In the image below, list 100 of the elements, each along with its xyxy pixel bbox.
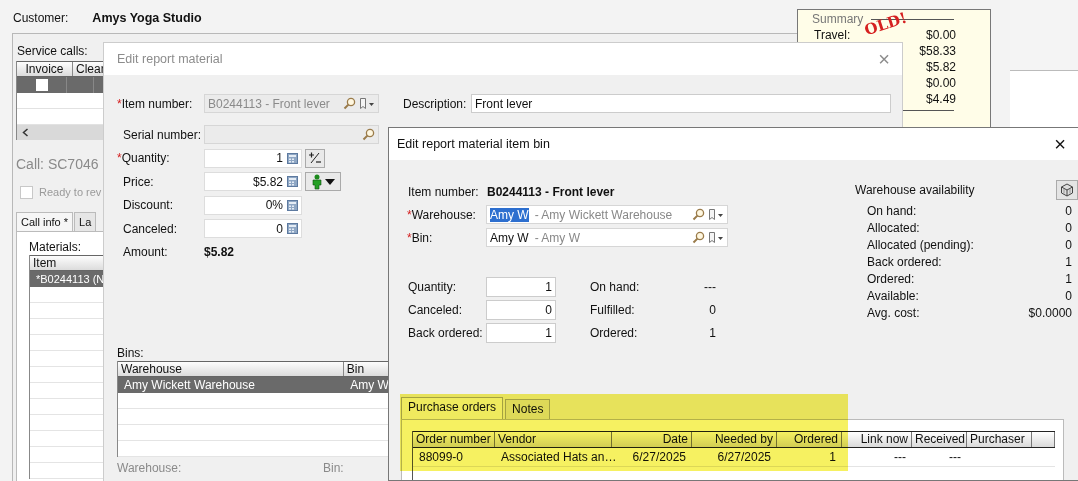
person-icon xyxy=(311,173,322,190)
field-label: Serial number: xyxy=(122,127,202,142)
plus-minus-icon xyxy=(308,151,322,165)
stat-value: 0 xyxy=(1065,203,1072,218)
number-field[interactable]: 1 xyxy=(486,277,556,297)
tab[interactable]: Purchase orders xyxy=(401,397,504,419)
checkbox-label: Ready to rev xyxy=(39,186,102,198)
number-field[interactable]: $5.82 xyxy=(204,172,302,191)
tab[interactable]: La xyxy=(74,212,97,231)
stat-value: 0 xyxy=(1065,237,1072,252)
box-icon xyxy=(1060,183,1074,197)
field-label: Canceled: xyxy=(407,303,464,317)
tab[interactable]: Notes xyxy=(505,399,551,419)
scrollbar[interactable] xyxy=(17,125,104,140)
field-label: Discount: xyxy=(122,198,174,212)
stamp-text: OLD! xyxy=(862,8,909,40)
column-header[interactable]: Needed by xyxy=(692,432,777,447)
field-label: Fulfilled: xyxy=(589,303,636,317)
field-label: On hand: xyxy=(589,280,641,294)
calculator-icon[interactable] xyxy=(287,176,298,187)
field-label: Back ordered: xyxy=(407,326,484,340)
section-label: Service calls: xyxy=(17,44,88,59)
field-label: Allocated (pending): xyxy=(867,237,974,252)
price-options-button[interactable] xyxy=(305,172,341,191)
field-label: Quantity: xyxy=(121,151,170,165)
field-label: Item number: xyxy=(121,96,193,111)
field-label: Bin: xyxy=(323,461,344,475)
stat-value: 1 xyxy=(708,326,716,340)
tab[interactable]: Call info * xyxy=(16,212,74,231)
table-cell-text: 1 xyxy=(828,449,837,466)
plus-minus-button[interactable] xyxy=(305,148,325,168)
field-label: Back ordered: xyxy=(867,254,942,269)
stat-value: 1 xyxy=(1065,254,1072,269)
checkbox[interactable] xyxy=(20,185,33,199)
table-cell-text: 88099-0 xyxy=(418,449,465,466)
column-header[interactable]: Link now xyxy=(842,432,912,447)
section-title: Warehouse availability xyxy=(855,183,976,197)
summary-value: $58.33 xyxy=(919,44,956,58)
summary-title: Summary xyxy=(812,12,864,26)
field-label: Bin: xyxy=(411,230,433,245)
section-label: Materials: xyxy=(29,240,81,255)
number-field[interactable]: 0% xyxy=(204,195,302,215)
field-label: Amount: xyxy=(122,245,168,259)
number-field[interactable]: 1 xyxy=(204,148,302,168)
summary-label: Travel: xyxy=(813,28,851,42)
field-label: Warehouse: xyxy=(117,461,183,475)
column-header[interactable]: Purchaser xyxy=(967,432,1032,447)
required-mark: * xyxy=(407,230,412,245)
column-header[interactable]: Received xyxy=(912,432,967,447)
lookup-field[interactable]: Amy W - Amy Wickett Warehouse xyxy=(486,205,728,224)
calculator-icon[interactable] xyxy=(287,199,298,211)
search-icon[interactable] xyxy=(692,208,705,221)
column-header[interactable]: Vendor xyxy=(495,432,612,447)
field-label: Item number: xyxy=(407,184,480,199)
stat-value: 0 xyxy=(708,303,716,317)
required-mark: * xyxy=(117,151,122,165)
field-label: Price: xyxy=(122,174,154,189)
field-label: Available: xyxy=(867,288,919,303)
field-label: Avg. cost: xyxy=(867,305,920,320)
column-header[interactable]: Date xyxy=(612,432,692,447)
scroll-left-icon xyxy=(22,128,29,137)
lookup-field[interactable]: Amy W - Amy W xyxy=(486,228,728,247)
amount-value: $5.82 xyxy=(204,245,235,259)
field-label: Description: xyxy=(403,96,468,111)
window-title: Edit report material item bin xyxy=(397,137,550,151)
stat-value: 0 xyxy=(1065,220,1072,235)
caret-icon xyxy=(324,178,335,185)
call-title: Call: SC7046 xyxy=(16,156,99,174)
search-icon[interactable] xyxy=(692,231,705,244)
item-number-value: B0244113 - Front lever xyxy=(487,184,615,199)
field-label: On hand: xyxy=(867,203,917,218)
calculator-icon[interactable] xyxy=(287,223,298,234)
table-cell-text: 6/27/2025 xyxy=(631,449,687,466)
bookmark-dropdown-icon[interactable] xyxy=(708,231,724,244)
table-cell-text: --- xyxy=(948,449,962,466)
column-header[interactable]: Order number xyxy=(413,432,495,447)
column-header[interactable]: Ordered xyxy=(777,432,842,447)
summary-value: $0.00 xyxy=(925,28,956,42)
summary-value: $0.00 xyxy=(925,76,956,90)
summary-value: $5.82 xyxy=(925,60,956,74)
field-label: Warehouse: xyxy=(411,207,476,222)
number-field[interactable]: 0 xyxy=(204,219,302,238)
required-mark: * xyxy=(407,207,412,222)
close-button[interactable]: × xyxy=(1052,134,1068,154)
bookmark-dropdown-icon[interactable] xyxy=(708,208,724,221)
text-field[interactable]: Front lever xyxy=(471,94,891,113)
warehouse-button[interactable] xyxy=(1056,180,1078,200)
column-header[interactable]: Warehouse xyxy=(118,362,344,376)
grid-row[interactable]: Amy Wickett Warehouse Amy W xyxy=(118,377,390,393)
calculator-icon[interactable] xyxy=(287,152,298,164)
summary-value: $4.49 xyxy=(925,92,956,106)
table-cell-text: Amy W xyxy=(349,377,390,393)
field-label: Quantity: xyxy=(407,280,458,294)
section-label: Bins: xyxy=(117,346,144,361)
customer-name: Amys Yoga Studio xyxy=(92,11,202,25)
required-mark: * xyxy=(117,96,122,111)
number-field[interactable]: 1 xyxy=(486,323,556,343)
column-header[interactable]: Invoice xyxy=(17,62,73,76)
number-field[interactable]: 0 xyxy=(486,300,556,320)
table-cell-text: 6/27/2025 xyxy=(716,449,772,466)
